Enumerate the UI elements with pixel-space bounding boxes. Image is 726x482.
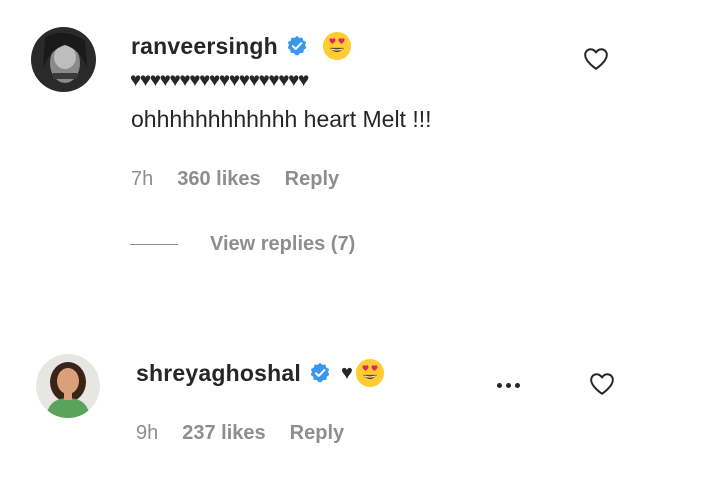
username[interactable]: shreyaghoshal	[136, 360, 301, 387]
divider-line	[130, 244, 178, 245]
avatar[interactable]	[31, 27, 96, 92]
view-replies-label: View replies (7)	[210, 233, 356, 255]
heart-eyes-emoji-icon	[355, 358, 384, 388]
heart-icon: ♥	[340, 361, 353, 384]
more-options-icon[interactable]	[497, 383, 520, 388]
hearts-row: ♥♥♥♥♥♥♥♥♥♥♥♥♥♥♥♥♥♥	[130, 70, 309, 91]
like-heart-icon[interactable]	[583, 47, 609, 71]
view-replies-button[interactable]: View replies (7)	[130, 233, 355, 256]
timestamp[interactable]: 9h	[136, 422, 158, 445]
comment-ranveersingh: ranveersingh ♥♥♥♥♥♥♥♥♥♥♥♥♥♥♥♥♥♥ ohhhhhhh…	[0, 0, 726, 300]
comment-text: ohhhhhhhhhhhh heart Melt !!!	[131, 106, 432, 132]
comment-meta: 7h 360 likes Reply	[131, 168, 339, 191]
heart-eyes-emoji-icon	[322, 31, 351, 61]
dot	[515, 383, 520, 388]
verified-badge-icon	[310, 362, 330, 383]
likes-count[interactable]: 360 likes	[177, 168, 260, 191]
comment-header: shreyaghoshal ♥	[136, 358, 385, 388]
likes-count[interactable]: 237 likes	[182, 422, 265, 445]
like-heart-icon[interactable]	[589, 372, 615, 396]
reply-button[interactable]: Reply	[285, 168, 339, 191]
username[interactable]: ranveersingh	[131, 33, 278, 60]
comment-shreyaghoshal: shreyaghoshal ♥ 9h 237 likes Reply	[0, 330, 726, 482]
comment-meta: 9h 237 likes Reply	[136, 422, 344, 445]
reply-button[interactable]: Reply	[290, 422, 344, 445]
comment-header: ranveersingh	[131, 31, 352, 61]
avatar[interactable]	[36, 354, 100, 418]
verified-badge-icon	[287, 35, 307, 56]
dot	[506, 383, 511, 388]
dot	[497, 383, 502, 388]
timestamp[interactable]: 7h	[131, 168, 153, 191]
